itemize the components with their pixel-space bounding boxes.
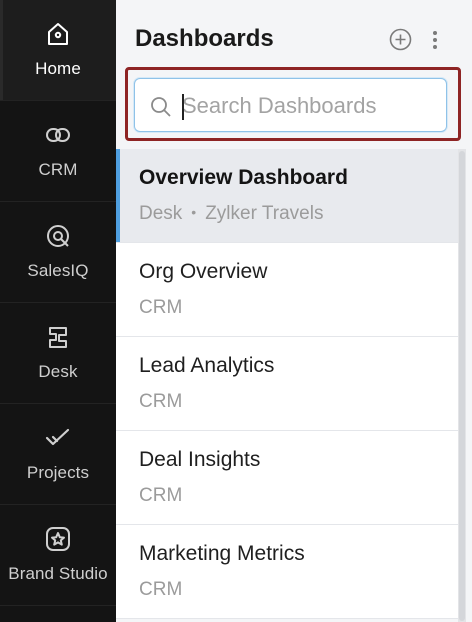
brand-studio-icon: [43, 524, 73, 554]
dashboard-meta: Desk • Zylker Travels: [139, 203, 323, 225]
desk-icon: [43, 322, 73, 352]
dashboard-app: CRM: [139, 579, 183, 600]
list-scrollbar[interactable]: [458, 149, 466, 622]
dashboard-app: Desk: [139, 203, 183, 224]
nav-item-salesiq[interactable]: SalesIQ: [0, 202, 116, 303]
dashboard-app: CRM: [139, 485, 183, 506]
crm-icon: [43, 120, 73, 150]
page-title: Dashboards: [135, 25, 274, 52]
dashboard-title: Deal Insights: [139, 448, 261, 471]
nav-item-crm[interactable]: CRM: [0, 101, 116, 202]
dashboard-title: Lead Analytics: [139, 354, 275, 377]
dashboard-title: Marketing Metrics: [139, 542, 305, 565]
nav-item-projects[interactable]: Projects: [0, 404, 116, 505]
dashboards-panel: Dashboards Overview Dashboard Desk • Zylke…: [116, 0, 472, 622]
dashboard-list: Overview Dashboard Desk • Zylker Travels O…: [116, 149, 458, 622]
nav-label-home: Home: [35, 59, 81, 78]
nav-item-home[interactable]: Home: [0, 0, 116, 101]
nav-item-brand-studio[interactable]: Brand Studio: [0, 505, 116, 606]
dashboard-title: Overview Dashboard: [139, 166, 348, 189]
meta-separator: •: [191, 204, 197, 220]
salesiq-icon: [43, 221, 73, 251]
nav-label-projects: Projects: [26, 463, 90, 482]
dashboard-org: Zylker Travels: [205, 203, 324, 224]
nav-label-salesiq: SalesIQ: [27, 261, 89, 280]
nav-label-brand-studio: Brand Studio: [8, 564, 108, 583]
more-vertical-icon: [433, 31, 437, 49]
search-input[interactable]: [182, 89, 432, 123]
app-nav-rail: Home CRM SalesIQ Desk Projects Brand Stu…: [0, 0, 116, 622]
home-icon: [43, 19, 73, 49]
search-box[interactable]: [134, 78, 447, 132]
list-item[interactable]: Deal Insights CRM: [116, 431, 458, 525]
nav-label-crm: CRM: [38, 160, 78, 179]
add-dashboard-button[interactable]: [389, 28, 412, 51]
list-item[interactable]: Overview Dashboard Desk • Zylker Travels: [116, 149, 458, 243]
search-icon: [151, 97, 171, 117]
more-options-button[interactable]: [429, 29, 441, 51]
text-caret: [182, 94, 184, 120]
list-item[interactable]: Marketing Metrics CRM: [116, 525, 458, 619]
dashboard-app: CRM: [139, 391, 183, 412]
list-item[interactable]: Lead Analytics CRM: [116, 337, 458, 431]
add-circle-icon: [389, 28, 412, 51]
dashboard-app: CRM: [139, 297, 183, 318]
projects-icon: [43, 423, 73, 453]
nav-item-desk[interactable]: Desk: [0, 303, 116, 404]
scrollbar-thumb[interactable]: [459, 151, 465, 621]
dashboard-title: Org Overview: [139, 260, 268, 283]
nav-label-desk: Desk: [38, 362, 78, 381]
list-item[interactable]: Org Overview CRM: [116, 243, 458, 337]
